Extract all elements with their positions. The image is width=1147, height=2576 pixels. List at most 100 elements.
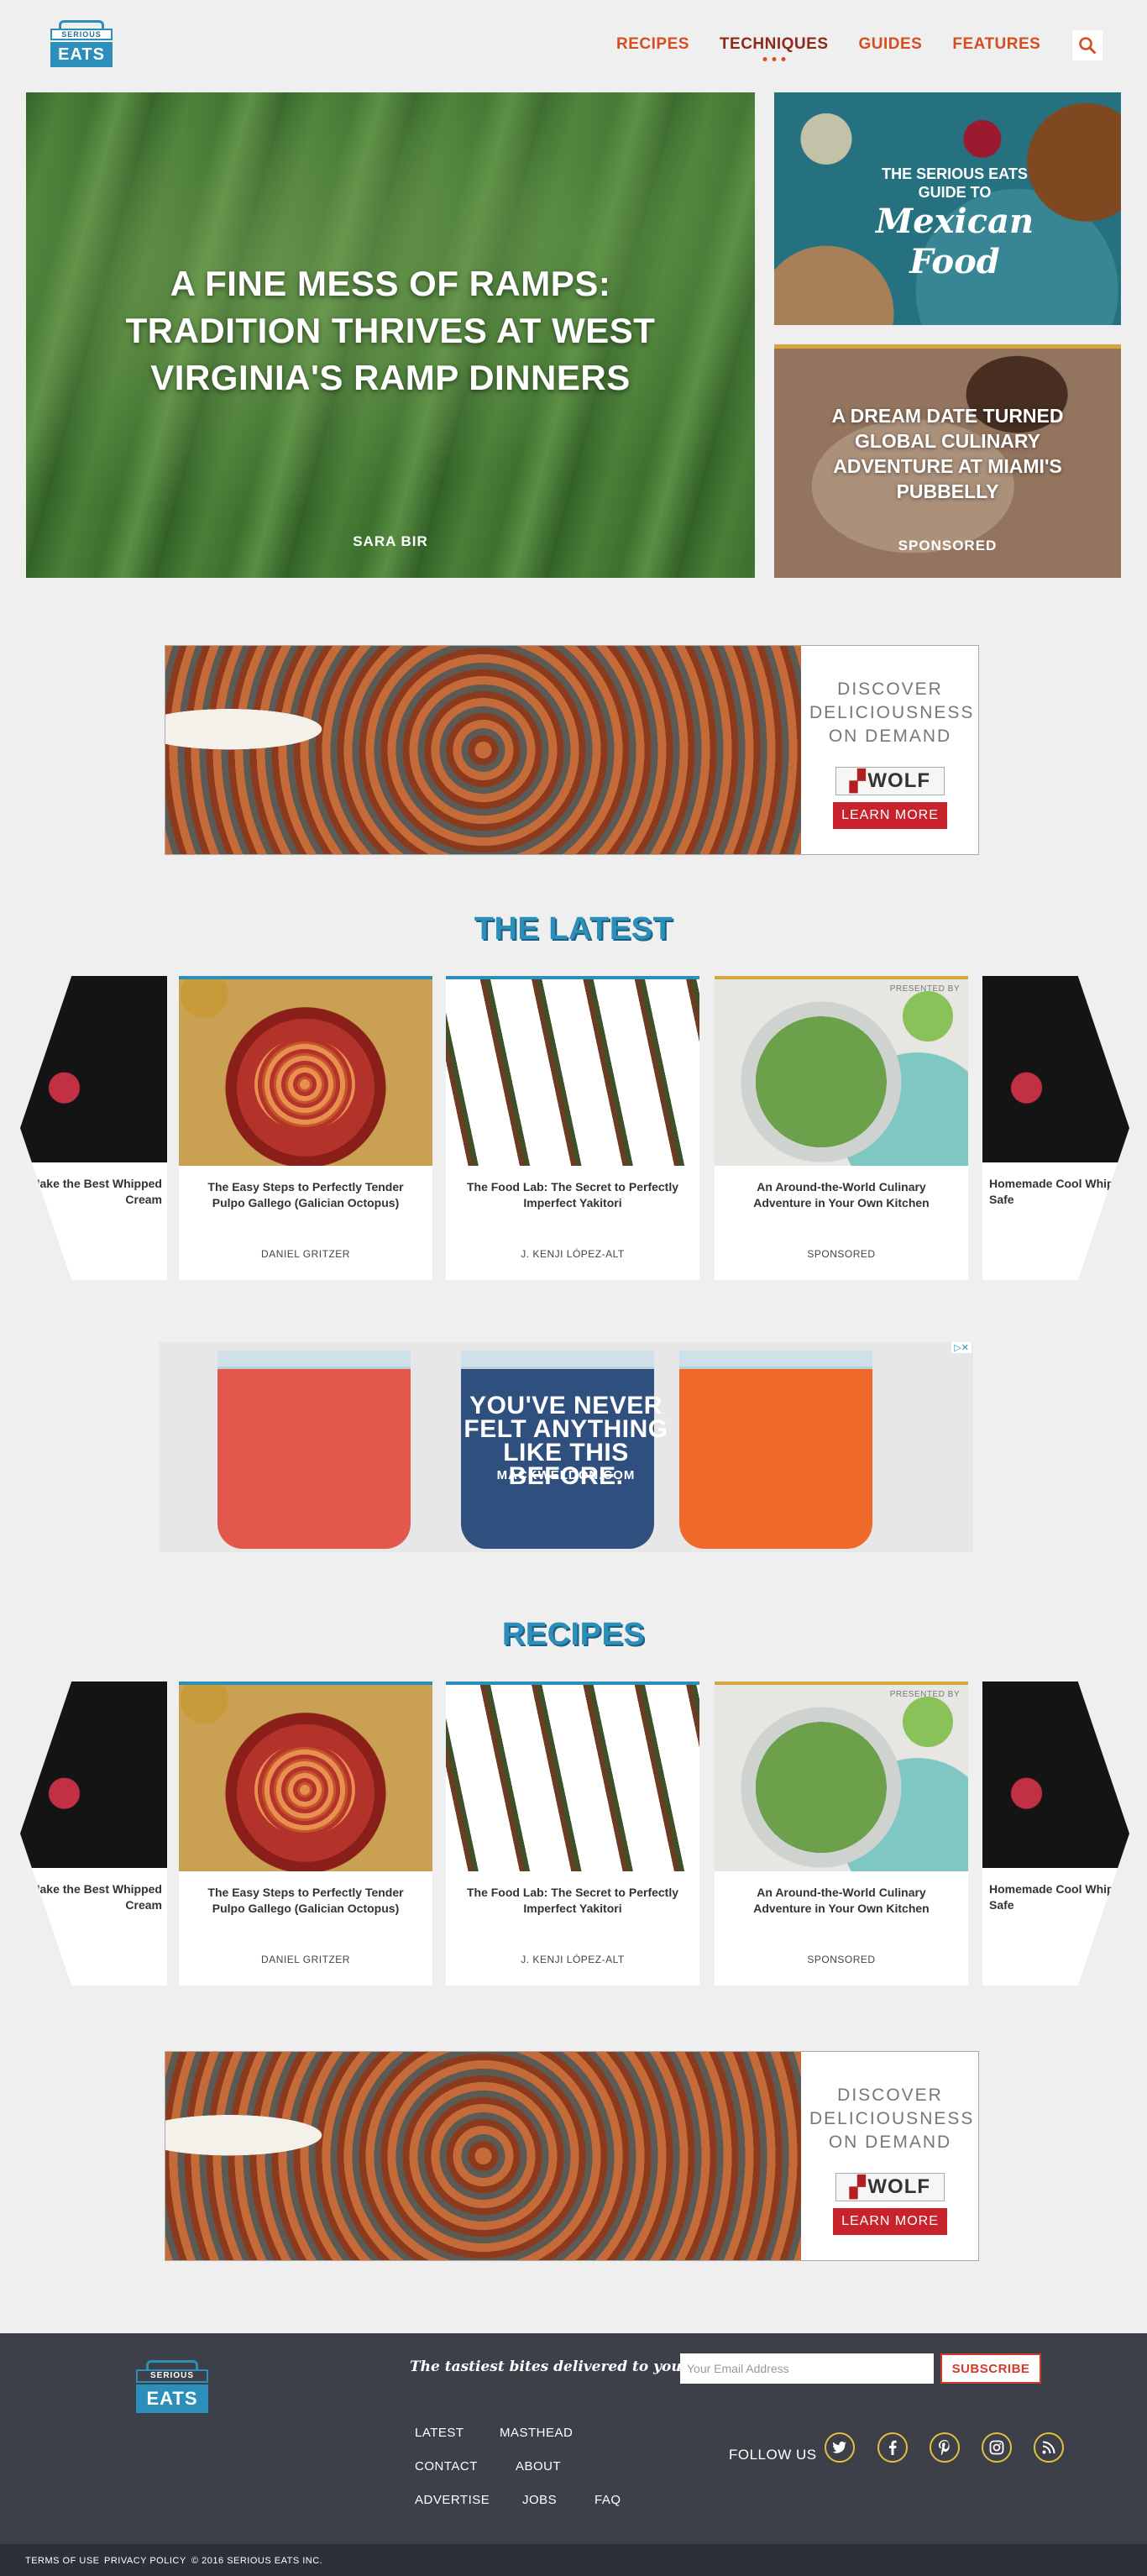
shrimp-photo <box>165 646 801 854</box>
active-indicator-dots <box>762 57 786 61</box>
pinterest-button[interactable] <box>930 2432 960 2463</box>
footer-link-advertise[interactable]: ADVERTISE <box>415 2493 490 2507</box>
peek-image <box>982 976 1129 1162</box>
article-card[interactable]: PRESENTED BY An Around-the-World Culinar… <box>715 976 968 1280</box>
recipes-carousel: How to Make the Best Whipped Cream The E… <box>0 1681 1147 1986</box>
article-card[interactable]: The Easy Steps to Perfectly Tender Pulpo… <box>179 976 432 1280</box>
nav-features[interactable]: FEATURES <box>952 35 1040 54</box>
recipe-card[interactable]: The Food Lab: The Secret to Perfectly Im… <box>446 1681 699 1986</box>
site-logo[interactable]: SERIOUS EATS <box>50 20 113 69</box>
footer-logo-bottom: EATS <box>136 2385 208 2413</box>
presented-by-label: PRESENTED BY <box>889 984 960 994</box>
card-byline: J. KENJI LÓPEZ-ALT <box>521 1248 625 1260</box>
footer-logo-top: SERIOUS <box>136 2369 208 2383</box>
salad-image <box>715 1685 968 1871</box>
pubbelly-card[interactable]: A DREAM DATE TURNED GLOBAL CULINARY ADVE… <box>774 344 1121 578</box>
footer-link-jobs[interactable]: JOBS <box>522 2493 557 2507</box>
instagram-button[interactable] <box>982 2432 1012 2463</box>
footer-link-about[interactable]: ABOUT <box>516 2459 561 2474</box>
wolf-ad-banner[interactable]: DISCOVER DELICIOUSNESS ON DEMAND ▞ WOLF L… <box>165 645 979 855</box>
footer-link-contact[interactable]: CONTACT <box>415 2459 478 2474</box>
copyright-text: © 2016 SERIOUS EATS INC. <box>191 2556 323 2566</box>
hero-author: SARA BIR <box>353 533 428 549</box>
recipe-card[interactable]: The Easy Steps to Perfectly Tender Pulpo… <box>179 1681 432 1986</box>
nav-techniques[interactable]: TECHNIQUES <box>719 35 829 61</box>
footer-bottom-bar: TERMS OF USE PRIVACY POLICY © 2016 SERIO… <box>0 2544 1147 2576</box>
peek-image <box>20 976 167 1162</box>
card-title: An Around-the-World Culinary Adventure i… <box>753 1886 930 1915</box>
recipe-card[interactable]: PRESENTED BY An Around-the-World Culinar… <box>715 1681 968 1986</box>
adchoices-icon[interactable]: ▷✕ <box>951 1342 972 1353</box>
shrimp-photo <box>165 2052 801 2260</box>
card-byline: SPONSORED <box>807 1954 876 1965</box>
terms-of-use-link[interactable]: TERMS OF USE <box>25 2556 100 2566</box>
card-byline: DANIEL GRITZER <box>261 1954 350 1965</box>
footer-link-latest[interactable]: LATEST <box>415 2426 464 2440</box>
salad-image <box>715 979 968 1166</box>
sponsored-tag: SPONSORED <box>898 538 998 553</box>
privacy-policy-link[interactable]: PRIVACY POLICY <box>104 2556 186 2566</box>
footer-logo[interactable]: SERIOUS EATS <box>136 2360 208 2416</box>
card-title: The Easy Steps to Perfectly Tender Pulpo… <box>207 1886 404 1915</box>
red-boxer-brief <box>217 1351 411 1549</box>
mexican-guide-kicker: THE SERIOUS EATS GUIDE TO <box>882 165 1028 201</box>
pinterest-icon <box>939 2440 950 2455</box>
search-icon <box>1079 37 1096 54</box>
email-field[interactable] <box>680 2353 934 2384</box>
mexican-guide-title: Mexican Food <box>875 202 1034 281</box>
twitter-icon <box>832 2442 846 2453</box>
orange-boxer-brief <box>679 1351 872 1549</box>
mackweldon-ad-banner[interactable]: YOU'VE NEVER FELT ANYTHING LIKE THIS BEF… <box>159 1342 973 1552</box>
article-card[interactable]: The Food Lab: The Secret to Perfectly Im… <box>446 976 699 1280</box>
hero-feature[interactable]: A FINE MESS OF RAMPS: TRADITION THRIVES … <box>26 92 755 578</box>
main-nav: RECIPES TECHNIQUES GUIDES FEATURES <box>616 35 1071 61</box>
carousel-prev-peek[interactable]: How to Make the Best Whipped Cream <box>20 976 167 1280</box>
card-title: The Food Lab: The Secret to Perfectly Im… <box>466 1886 679 1915</box>
carousel-prev-peek[interactable]: How to Make the Best Whipped Cream <box>20 1681 167 1986</box>
card-byline: SPONSORED <box>807 1248 876 1260</box>
wolf-logo: ▞ WOLF <box>835 767 945 795</box>
card-byline: J. KENJI LÓPEZ-ALT <box>521 1954 625 1965</box>
site-footer: SERIOUS EATS The tastiest bites delivere… <box>0 2333 1147 2544</box>
footer-link-masthead[interactable]: MASTHEAD <box>500 2426 573 2440</box>
logo-handle <box>59 20 104 29</box>
facebook-button[interactable] <box>877 2432 908 2463</box>
card-title: An Around-the-World Culinary Adventure i… <box>753 1180 930 1209</box>
wolf-brand: WOLF <box>867 769 931 792</box>
wolf-ad-copy: DISCOVER DELICIOUSNESS ON DEMAND ▞ WOLF L… <box>801 2052 978 2260</box>
subscribe-button[interactable]: SUBSCRIBE <box>940 2353 1041 2384</box>
peek-title: Homemade Cool Whip Freezer-Safe <box>989 1882 1147 1912</box>
search-button[interactable] <box>1072 30 1102 60</box>
wolf-learn-more-button[interactable]: LEARN MORE <box>833 802 947 829</box>
wolf-ad-copy: DISCOVER DELICIOUSNESS ON DEMAND ▞ WOLF L… <box>801 646 978 854</box>
section-title-recipes: RECIPES <box>501 1617 646 1652</box>
wolf-logo: ▞ WOLF <box>835 2173 945 2201</box>
rss-button[interactable] <box>1034 2432 1064 2463</box>
footer-link-faq[interactable]: FAQ <box>594 2493 621 2507</box>
octopus-image <box>179 979 432 1166</box>
wolf-ad-banner[interactable]: DISCOVER DELICIOUSNESS ON DEMAND ▞ WOLF L… <box>165 2051 979 2261</box>
carousel-next-peek[interactable]: Homemade Cool Whip Freezer-Safe <box>982 1681 1129 1986</box>
yakitori-image <box>446 1685 699 1871</box>
mackweldon-url: MACKWELDON.COM <box>496 1468 636 1482</box>
peek-image <box>982 1681 1129 1868</box>
section-title-latest: THE LATEST <box>474 911 673 947</box>
mexican-food-guide-card[interactable]: THE SERIOUS EATS GUIDE TO Mexican Food <box>774 92 1121 325</box>
hero-title: A FINE MESS OF RAMPS: TRADITION THRIVES … <box>125 264 656 397</box>
nav-guides[interactable]: GUIDES <box>859 35 923 54</box>
nav-recipes[interactable]: RECIPES <box>616 35 689 54</box>
wolf-tagline: DISCOVER DELICIOUSNESS ON DEMAND <box>809 2085 975 2152</box>
yakitori-image <box>446 979 699 1166</box>
peek-image <box>20 1681 167 1868</box>
wolf-tagline: DISCOVER DELICIOUSNESS ON DEMAND <box>809 679 975 746</box>
wolf-learn-more-button[interactable]: LEARN MORE <box>833 2208 947 2235</box>
card-title: The Food Lab: The Secret to Perfectly Im… <box>466 1180 679 1209</box>
twitter-button[interactable] <box>825 2432 855 2463</box>
pubbelly-title: A DREAM DATE TURNED GLOBAL CULINARY ADVE… <box>831 405 1064 502</box>
carousel-next-peek[interactable]: Homemade Cool Whip Freezer-Safe <box>982 976 1129 1280</box>
peek-title: How to Make the Best Whipped Cream <box>0 1177 162 1206</box>
site-header: SERIOUS EATS RECIPES TECHNIQUES GUIDES F… <box>0 0 1147 84</box>
nav-techniques-label: TECHNIQUES <box>719 35 829 53</box>
follow-us-label: FOLLOW US <box>729 2447 817 2463</box>
peek-title: How to Make the Best Whipped Cream <box>0 1882 162 1912</box>
